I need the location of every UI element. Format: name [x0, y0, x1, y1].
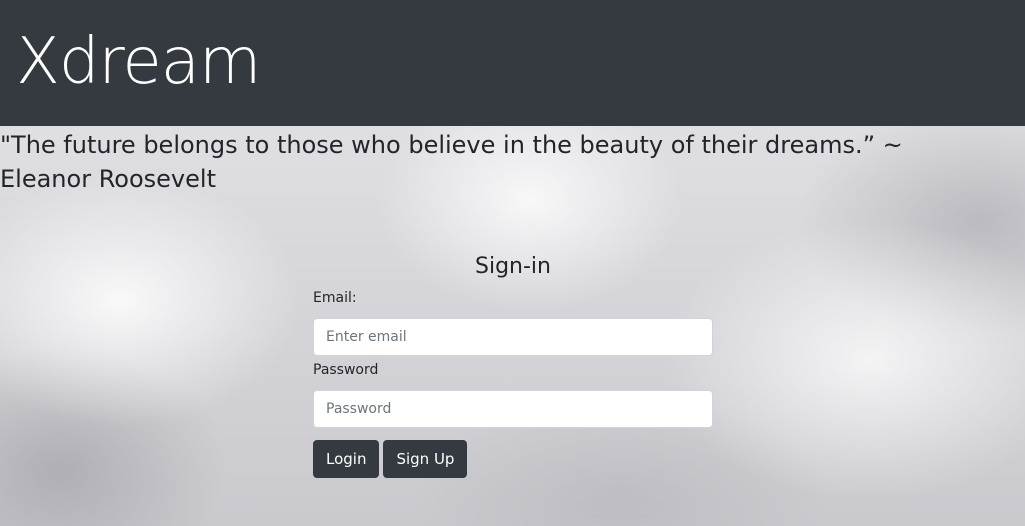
login-button[interactable]: Login: [313, 440, 380, 478]
signin-title: Sign-in: [475, 254, 551, 279]
password-input[interactable]: [313, 390, 713, 428]
button-row: Login Sign Up: [313, 440, 713, 478]
brand-logo-link[interactable]: Xdream: [16, 22, 261, 102]
email-input[interactable]: [313, 318, 713, 356]
signin-form: Sign-in Email: Password Login Sign Up: [313, 250, 713, 478]
email-label: Email:: [313, 290, 357, 306]
inspirational-quote: "The future belongs to those who believe…: [0, 131, 903, 193]
password-label: Password: [313, 362, 379, 378]
navbar: Xdream: [0, 0, 1025, 126]
signup-button[interactable]: Sign Up: [383, 440, 468, 478]
